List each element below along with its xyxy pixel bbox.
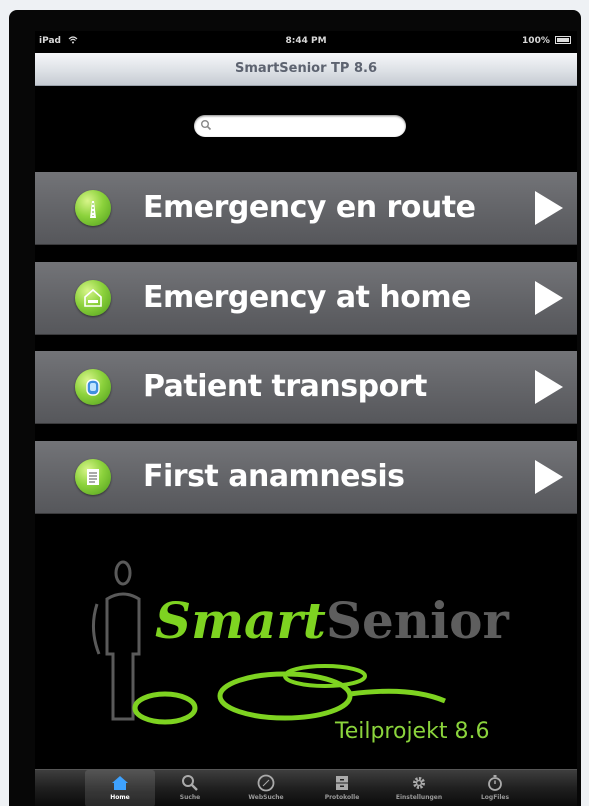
- tab-label: WebSuche: [248, 794, 284, 801]
- nav-bar: SmartSenior TP 8.6: [35, 53, 577, 86]
- battery-indicator: 100%: [522, 36, 571, 46]
- compass-icon: [257, 774, 275, 792]
- chevron-right-icon: [535, 281, 563, 315]
- tab-logfiles[interactable]: LogFiles: [460, 770, 530, 806]
- tab-label: Suche: [179, 794, 201, 801]
- smartsenior-logo: SmartSenior Teilprojekt 8.6: [35, 551, 577, 771]
- search-icon: [182, 775, 198, 791]
- battery-icon: [555, 36, 571, 44]
- menu-item-label: Emergency en route: [143, 190, 476, 225]
- chevron-right-icon: [535, 191, 563, 225]
- tab-home[interactable]: Home: [85, 770, 155, 806]
- tab-bar: Home Suche WebSuche Protokolle Einstellu…: [35, 769, 577, 806]
- screen: iPad 8:44 PM 100% SmartSenior TP 8.6 Eme…: [35, 31, 577, 806]
- status-bar: iPad 8:44 PM 100%: [35, 31, 577, 53]
- battery-text: 100%: [522, 36, 550, 46]
- tab-label: LogFiles: [480, 794, 510, 801]
- menu-item-label: First anamnesis: [143, 459, 405, 494]
- tab-einstellungen[interactable]: Einstellungen: [384, 770, 454, 806]
- menu-item-first-anamnesis[interactable]: First anamnesis: [35, 441, 577, 514]
- tab-label: Protokolle: [324, 794, 360, 801]
- logo-text: SmartSenior: [155, 591, 509, 650]
- tab-websuche[interactable]: WebSuche: [231, 770, 301, 806]
- tab-protokolle[interactable]: Protokolle: [307, 770, 377, 806]
- stopwatch-icon: [488, 775, 502, 791]
- ipad-frame: iPad 8:44 PM 100% SmartSenior TP 8.6 Eme…: [9, 10, 581, 806]
- search-icon: [201, 120, 212, 131]
- gear-icon: [413, 777, 425, 789]
- menu-item-label: Patient transport: [143, 369, 427, 404]
- logo-subtitle: Teilprojekt 8.6: [335, 719, 490, 744]
- siren-icon: [75, 369, 111, 405]
- chevron-right-icon: [535, 370, 563, 404]
- search-input[interactable]: [194, 115, 406, 137]
- tab-suche[interactable]: Suche: [155, 770, 225, 806]
- tab-label: Einstellungen: [395, 794, 443, 801]
- clock: 8:44 PM: [285, 36, 327, 46]
- road-icon: [75, 190, 111, 226]
- checklist-icon: [75, 459, 111, 495]
- menu-item-emergency-at-home[interactable]: Emergency at home: [35, 262, 577, 335]
- menu-item-patient-transport[interactable]: Patient transport: [35, 351, 577, 424]
- cabinet-icon: [336, 776, 348, 790]
- tab-label: Home: [110, 794, 130, 801]
- house-bed-icon: [75, 280, 111, 316]
- logo-text-smart: Smart: [155, 591, 326, 650]
- menu-item-label: Emergency at home: [143, 280, 471, 315]
- chevron-right-icon: [535, 460, 563, 494]
- logo-text-senior: Senior: [325, 591, 509, 650]
- nav-title: SmartSenior TP 8.6: [234, 61, 378, 76]
- menu-item-emergency-en-route[interactable]: Emergency en route: [35, 172, 577, 245]
- house-icon: [112, 776, 128, 790]
